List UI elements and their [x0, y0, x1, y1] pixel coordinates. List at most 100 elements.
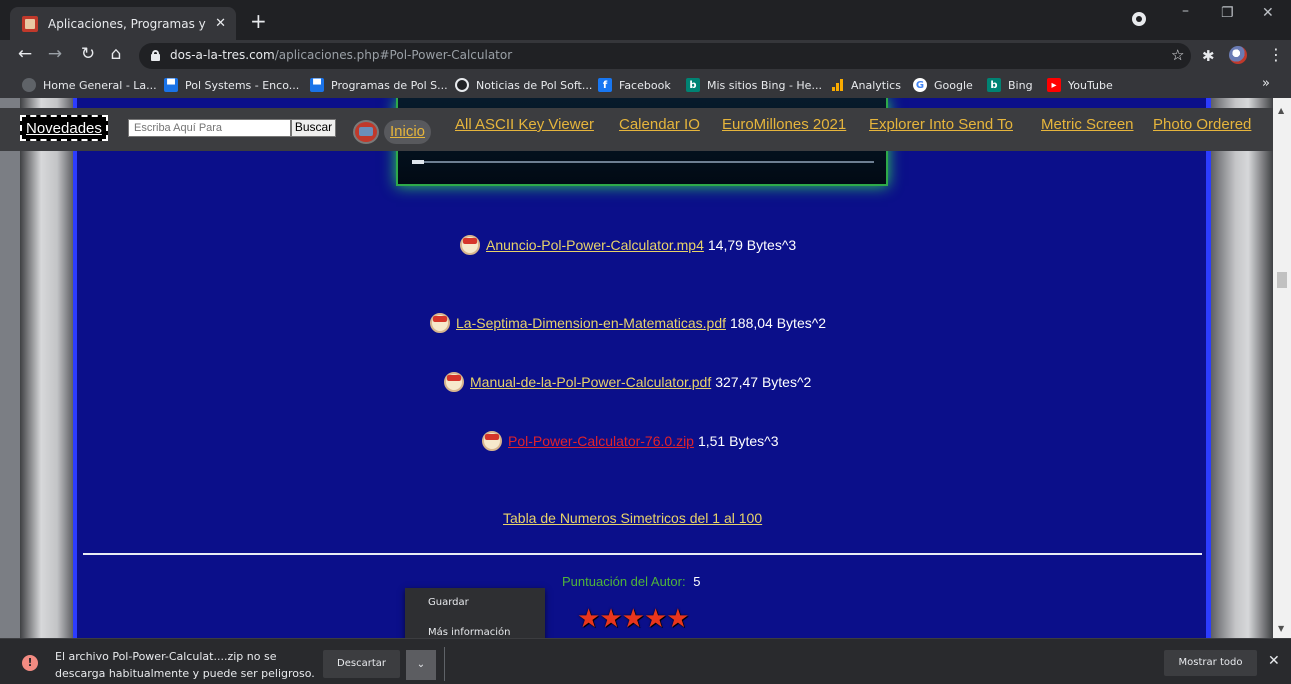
- inicio-link[interactable]: Inicio: [384, 120, 432, 144]
- scroll-thumb[interactable]: [1277, 272, 1287, 288]
- download-separator: [444, 647, 445, 681]
- facebook-icon: f: [598, 78, 612, 92]
- rating-label: Puntuación del Autor:: [562, 574, 686, 589]
- bookmark-analytics[interactable]: Analytics: [830, 78, 901, 92]
- bookmark-google[interactable]: G Google: [913, 78, 973, 92]
- pdf-icon: [444, 372, 464, 392]
- bookmark-noticias[interactable]: Noticias de Pol Soft...: [455, 78, 592, 92]
- bookmark-youtube[interactable]: ▸ YouTube: [1047, 78, 1113, 92]
- blogger-icon: ▀: [164, 78, 178, 92]
- url-text[interactable]: dos-a-la-tres.com/aplicaciones.php#Pol-P…: [170, 48, 512, 62]
- bing-icon: b: [987, 78, 1001, 92]
- tab-strip: Aplicaciones, Programas y Apps ✕ + – ❐ ✕: [0, 0, 1291, 40]
- file-size: 327,47 Bytes^2: [715, 374, 812, 390]
- download-bar-close-icon[interactable]: ✕: [1268, 653, 1280, 669]
- reload-icon[interactable]: ↻: [77, 44, 99, 64]
- download-bar: ! El archivo Pol-Power-Calculat....zip n…: [0, 638, 1291, 684]
- search-button[interactable]: Buscar: [291, 119, 336, 137]
- video-progress-bar[interactable]: [412, 160, 874, 164]
- file-size: 14,79 Bytes^3: [707, 237, 797, 253]
- file-link-manual-pdf[interactable]: Manual-de-la-Pol-Power-Calculator.pdf: [470, 374, 711, 390]
- download-warning-line2: descarga habitualmente y puede ser pelig…: [55, 667, 315, 680]
- page-frame-left: [20, 98, 73, 638]
- file-link-septima-pdf[interactable]: La-Septima-Dimension-en-Matematicas.pdf: [456, 315, 726, 331]
- menu-item-guardar[interactable]: Guardar: [405, 588, 545, 618]
- scroll-down-arrow-icon[interactable]: ▼: [1278, 624, 1284, 633]
- nav-link-metric-screen[interactable]: Metric Screen: [1041, 116, 1134, 133]
- file-entry-septima-pdf: La-Septima-Dimension-en-Matematicas.pdf …: [430, 313, 826, 333]
- bookmark-facebook[interactable]: f Facebook: [598, 78, 671, 92]
- file-entry-manual-pdf: Manual-de-la-Pol-Power-Calculator.pdf 32…: [444, 372, 811, 392]
- star-icon: ★: [643, 604, 668, 634]
- lock-icon[interactable]: [151, 50, 160, 61]
- bookmark-mis-sitios-bing[interactable]: b Mis sitios Bing - He...: [686, 78, 822, 92]
- zip-icon: [482, 431, 502, 451]
- minimize-icon[interactable]: –: [1182, 3, 1189, 19]
- file-type-icon: [460, 235, 480, 255]
- address-bar[interactable]: dos-a-la-tres.com/aplicaciones.php#Pol-P…: [139, 43, 1191, 69]
- discard-button[interactable]: Descartar: [323, 650, 400, 678]
- browser-toolbar: ← → ↻ ⌂ dos-a-la-tres.com/aplicaciones.p…: [0, 40, 1291, 72]
- star-icon: ★: [621, 604, 645, 634]
- divider: [83, 553, 1202, 555]
- incognito-indicator-icon[interactable]: [1132, 12, 1146, 26]
- globe-icon: [22, 78, 36, 92]
- pdf-icon: [430, 313, 450, 333]
- star-icon: ★: [577, 604, 601, 634]
- nav-link-photo-ordered[interactable]: Photo Ordered: [1153, 116, 1251, 133]
- star-icon: ★: [666, 604, 690, 634]
- window-close-icon[interactable]: ✕: [1262, 5, 1274, 21]
- star-icon: ★: [599, 604, 623, 634]
- tab-title: Aplicaciones, Programas y Apps: [48, 16, 209, 31]
- new-tab-button[interactable]: +: [250, 9, 267, 33]
- bookmarks-overflow-icon[interactable]: »: [1262, 76, 1270, 91]
- nav-link-euromillones[interactable]: EuroMillones 2021: [722, 116, 846, 133]
- tab-close-icon[interactable]: ✕: [215, 16, 226, 31]
- nav-link-calendar-io[interactable]: Calendar IO: [619, 116, 700, 133]
- bookmarks-bar: Home General - La... ▀ Pol Systems - Enco…: [0, 72, 1291, 98]
- bookmark-bing[interactable]: b Bing: [987, 78, 1033, 92]
- rating-stars: ★ ★ ★ ★ ★: [577, 604, 690, 634]
- bookmark-home-general[interactable]: Home General - La...: [22, 78, 157, 92]
- site-favicon-icon: [22, 15, 38, 32]
- home-logo-icon[interactable]: [355, 122, 377, 142]
- back-icon[interactable]: ←: [14, 44, 36, 64]
- download-options-chevron-icon[interactable]: ⌄: [406, 650, 436, 680]
- menu-kebab-icon[interactable]: ⋮: [1268, 45, 1284, 64]
- warning-icon: !: [22, 655, 38, 671]
- file-size: 188,04 Bytes^2: [730, 315, 827, 331]
- page-scrollbar[interactable]: ▲ ▼: [1273, 98, 1291, 638]
- page-frame-right: [1211, 98, 1273, 638]
- file-size: 1,51 Bytes^3: [697, 433, 779, 449]
- page-viewport: Novedades Buscar Inicio All ASCII Key Vi…: [0, 98, 1273, 638]
- rating-value: 5: [693, 574, 701, 589]
- bookmark-pol-systems[interactable]: ▀ Pol Systems - Enco...: [164, 78, 299, 92]
- panel-edge-right: [1206, 98, 1211, 638]
- novedades-link[interactable]: Novedades: [20, 115, 108, 141]
- site-search-input[interactable]: [128, 119, 291, 137]
- show-all-button[interactable]: Mostrar todo: [1164, 650, 1257, 676]
- nav-link-ascii-key-viewer[interactable]: All ASCII Key Viewer: [455, 116, 594, 133]
- analytics-icon: [830, 78, 844, 92]
- nav-link-explorer-into-send-to[interactable]: Explorer Into Send To: [869, 116, 1013, 133]
- home-icon[interactable]: ⌂: [105, 44, 127, 64]
- blogger-icon: ▀: [310, 78, 324, 92]
- site-nav-bar: Novedades Buscar Inicio All ASCII Key Vi…: [0, 108, 1273, 151]
- bookmark-programas[interactable]: ▀ Programas de Pol S...: [310, 78, 448, 92]
- profile-avatar[interactable]: [1229, 46, 1247, 64]
- file-link-zip[interactable]: Pol-Power-Calculator-76.0.zip: [508, 433, 694, 449]
- download-warning-message: El archivo Pol-Power-Calculat....zip no …: [55, 648, 325, 682]
- camera-icon: [455, 78, 469, 92]
- scroll-up-arrow-icon[interactable]: ▲: [1278, 106, 1284, 115]
- bing-icon: b: [686, 78, 700, 92]
- bookmark-star-icon[interactable]: ☆: [1171, 46, 1184, 64]
- file-link-mp4[interactable]: Anuncio-Pol-Power-Calculator.mp4: [486, 237, 704, 253]
- browser-tab[interactable]: Aplicaciones, Programas y Apps ✕: [10, 7, 236, 40]
- forward-icon[interactable]: →: [44, 44, 66, 64]
- file-entry-mp4: Anuncio-Pol-Power-Calculator.mp4 14,79 B…: [460, 235, 796, 255]
- restore-icon[interactable]: ❐: [1221, 5, 1234, 21]
- tabla-numeros-link[interactable]: Tabla de Numeros Simetricos del 1 al 100: [503, 510, 762, 526]
- download-warning-line1: El archivo Pol-Power-Calculat....zip no …: [55, 650, 277, 663]
- extensions-puzzle-icon[interactable]: ✱: [1202, 47, 1215, 65]
- panel-edge-left: [73, 98, 77, 638]
